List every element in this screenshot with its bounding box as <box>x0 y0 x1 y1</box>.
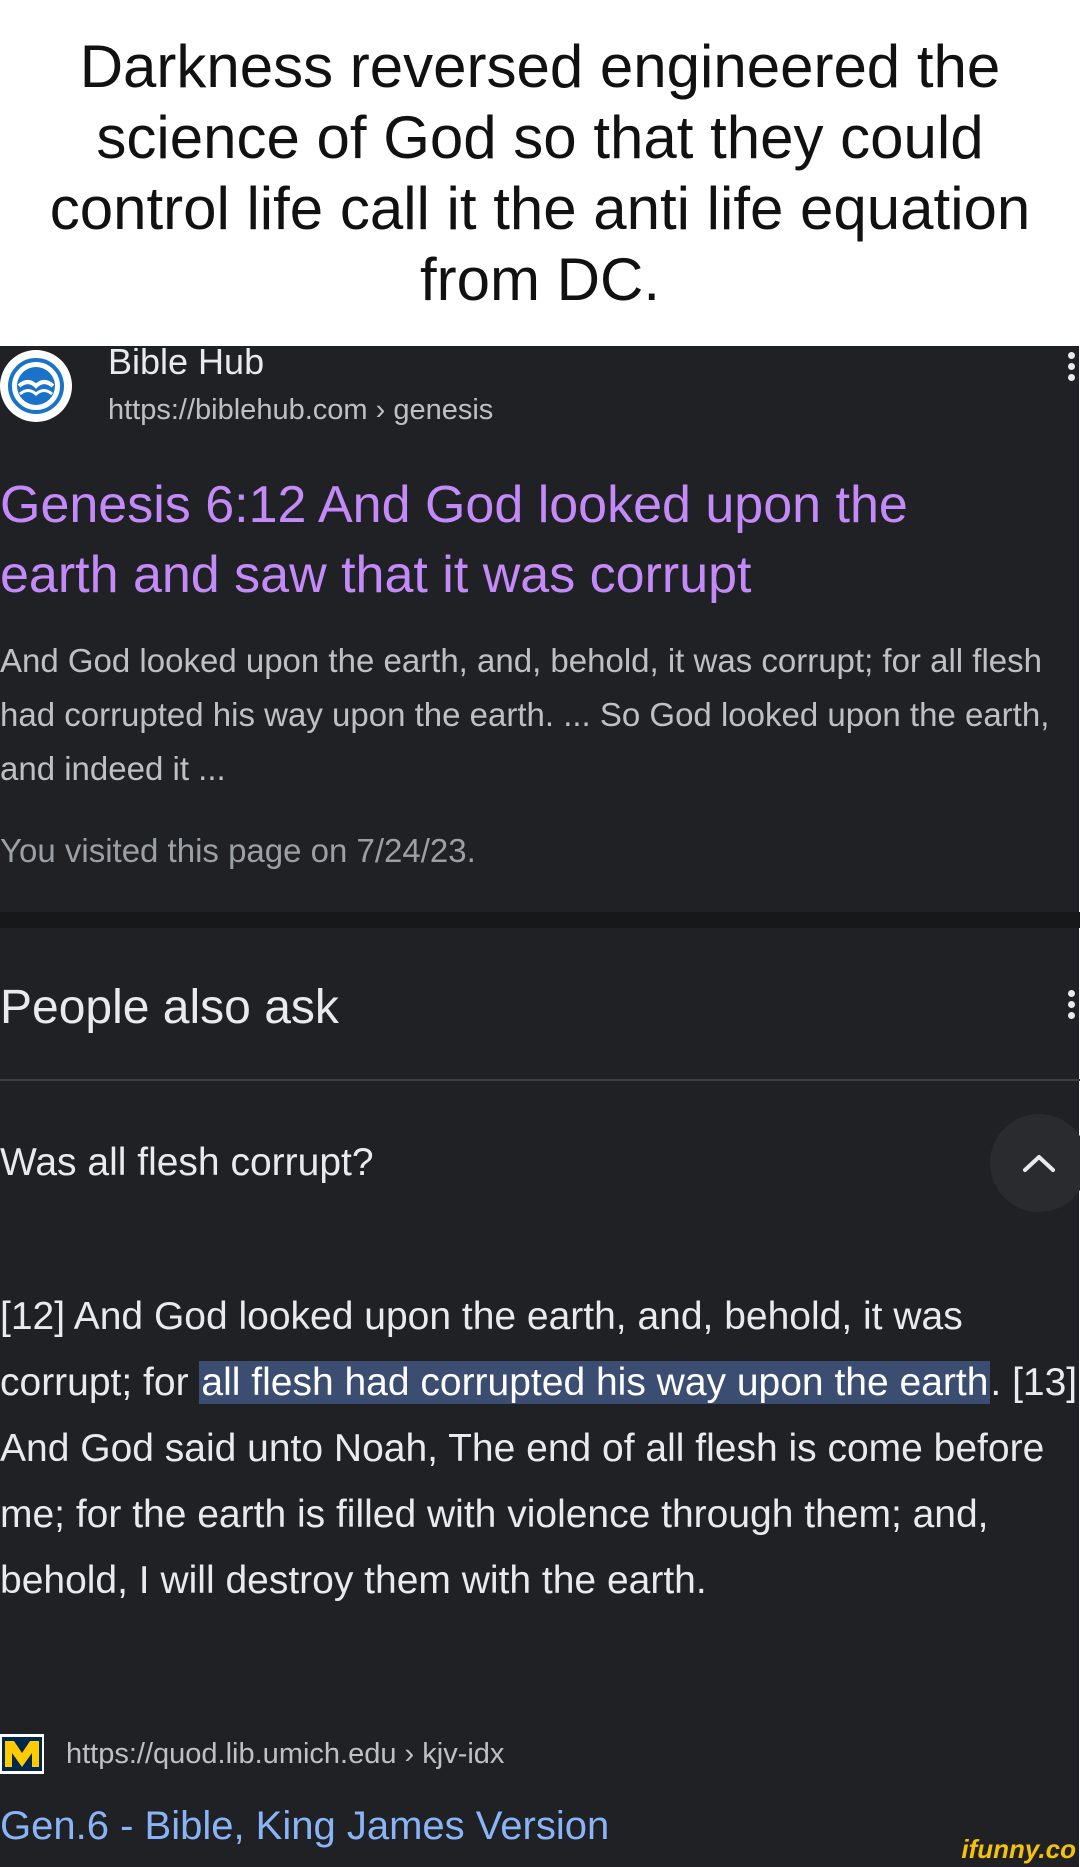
caption-text: Darkness reversed engineered the science… <box>49 33 1031 313</box>
meme-caption: Darkness reversed engineered the science… <box>0 0 1080 346</box>
people-also-ask-heading: People also ask <box>0 981 339 1034</box>
result-title-link[interactable]: Genesis 6:12 And God looked upon the ear… <box>0 470 1000 610</box>
result-more-options-icon[interactable] <box>1064 352 1078 381</box>
paa-more-options-icon[interactable] <box>1064 990 1078 1019</box>
paa-divider <box>0 1079 1080 1081</box>
paa-answer: [12] And God looked upon the earth, and,… <box>0 1284 1080 1614</box>
visited-note: You visited this page on 7/24/23. <box>0 832 476 869</box>
bible-hub-logo-icon <box>0 350 72 422</box>
site-url[interactable]: https://biblehub.com › genesis <box>108 392 493 428</box>
source-url[interactable]: https://quod.lib.umich.edu › kjv-idx <box>66 1732 504 1776</box>
collapse-button[interactable] <box>990 1114 1080 1212</box>
chevron-up-icon <box>1023 1155 1055 1172</box>
university-of-michigan-logo-icon <box>0 1734 44 1774</box>
search-results-screenshot: Bible Hub https://biblehub.com › genesis… <box>0 346 1080 1867</box>
section-divider <box>0 912 1080 928</box>
ifunny-watermark: ifunny.co <box>961 1834 1076 1864</box>
site-name[interactable]: Bible Hub <box>108 346 264 384</box>
answer-highlight: all flesh had corrupted his way upon the… <box>199 1361 991 1404</box>
source-title-link[interactable]: Gen.6 - Bible, King James Version <box>0 1798 609 1854</box>
paa-question[interactable]: Was all flesh corrupt? <box>0 1138 374 1188</box>
result-snippet: And God looked upon the earth, and, beho… <box>0 642 1050 787</box>
